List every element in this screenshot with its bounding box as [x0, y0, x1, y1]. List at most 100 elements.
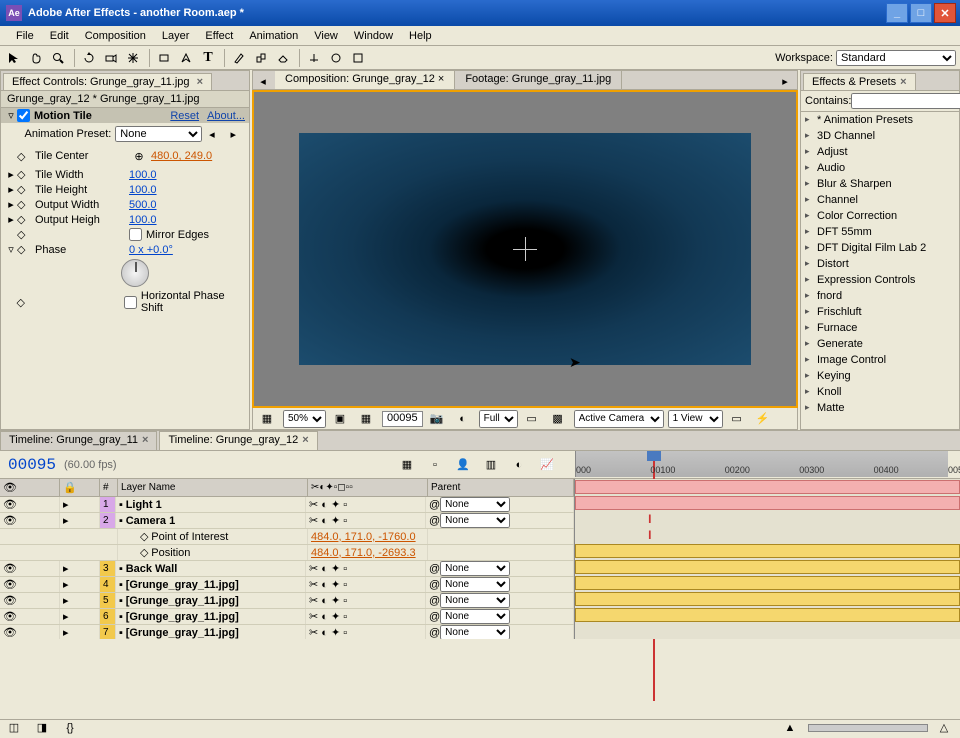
- fast-previews-icon[interactable]: ⚡: [753, 409, 773, 429]
- zoom-in-icon[interactable]: △: [934, 718, 954, 738]
- effect-controls-tab[interactable]: Effect Controls: Grunge_gray_11.jpg ×: [3, 73, 212, 90]
- keyframe-icon[interactable]: I: [648, 528, 651, 542]
- parent-select[interactable]: None: [440, 497, 510, 512]
- effects-category-list[interactable]: * Animation Presets3D ChannelAdjustAudio…: [801, 112, 959, 422]
- property-row[interactable]: ◇ Point of Interest484.0, 171.0, -1760.0: [0, 529, 574, 545]
- switches[interactable]: ✂ ◐ ✦ ▫: [309, 514, 347, 527]
- close-icon[interactable]: ×: [142, 434, 148, 446]
- parent-select[interactable]: None: [440, 513, 510, 528]
- parent-select[interactable]: None: [440, 577, 510, 592]
- effect-category[interactable]: Frischluft: [801, 304, 959, 320]
- layer-row[interactable]: 👁▸3▪ Back Wall✂ ◐ ✦ ▫@ None: [0, 561, 574, 577]
- twisty-icon[interactable]: ▸: [63, 562, 69, 575]
- effect-category[interactable]: Furnace: [801, 320, 959, 336]
- rotate-tool-icon[interactable]: [79, 48, 99, 68]
- safe-zones-icon[interactable]: ▣: [330, 409, 350, 429]
- twisty-icon[interactable]: ▸: [63, 498, 69, 511]
- switches[interactable]: ✂ ◐ ✦ ▫: [309, 578, 347, 591]
- show-channel-icon[interactable]: ◐: [453, 409, 473, 429]
- pen-tool-icon[interactable]: [176, 48, 196, 68]
- stopwatch-icon[interactable]: ◇: [140, 546, 148, 559]
- layer-duration-bar[interactable]: [575, 592, 960, 606]
- close-icon[interactable]: ×: [302, 434, 308, 446]
- eraser-tool-icon[interactable]: [273, 48, 293, 68]
- effect-category[interactable]: 3D Channel: [801, 128, 959, 144]
- effect-category[interactable]: Blur & Sharpen: [801, 176, 959, 192]
- switches[interactable]: ✂ ◐ ✦ ▫: [309, 498, 347, 511]
- selection-tool-icon[interactable]: [4, 48, 24, 68]
- close-button[interactable]: ✕: [934, 3, 956, 23]
- layer-duration-bar[interactable]: [575, 560, 960, 574]
- effect-category[interactable]: DFT Digital Film Lab 2: [801, 240, 959, 256]
- parent-select[interactable]: None: [440, 561, 510, 576]
- preset-next-icon[interactable]: ▸: [224, 124, 243, 144]
- menu-view[interactable]: View: [306, 30, 346, 42]
- axis-local-icon[interactable]: [304, 48, 324, 68]
- effect-category[interactable]: Color Correction: [801, 208, 959, 224]
- minimize-button[interactable]: _: [886, 3, 908, 23]
- grid-icon[interactable]: ▦: [356, 409, 376, 429]
- twisty-icon[interactable]: ▸: [5, 168, 17, 181]
- toggle-modes-icon[interactable]: ◨: [32, 718, 52, 738]
- twisty-icon[interactable]: ▿: [5, 109, 17, 122]
- zoom-out-icon[interactable]: ▲: [780, 718, 800, 738]
- menu-composition[interactable]: Composition: [77, 30, 154, 42]
- pan-behind-tool-icon[interactable]: [123, 48, 143, 68]
- parent-select[interactable]: None: [440, 593, 510, 608]
- twisty-icon[interactable]: ▸: [63, 514, 69, 527]
- layer-duration-bar[interactable]: [575, 608, 960, 622]
- layer-row[interactable]: 👁▸2▪ Camera 1✂ ◐ ✦ ▫@ None: [0, 513, 574, 529]
- tile-height-value[interactable]: 100.0: [129, 184, 157, 196]
- parent-pickwhip-icon[interactable]: @: [429, 611, 440, 623]
- time-ruler[interactable]: 000001000020000300004000050: [575, 451, 948, 477]
- axis-world-icon[interactable]: [326, 48, 346, 68]
- twisty-icon[interactable]: ▸: [63, 610, 69, 623]
- zoom-select[interactable]: 50%: [283, 410, 326, 428]
- panel-menu-right-icon[interactable]: ▸: [775, 71, 795, 91]
- output-width-value[interactable]: 500.0: [129, 199, 157, 211]
- menu-window[interactable]: Window: [346, 30, 401, 42]
- current-timecode[interactable]: 00095: [8, 456, 56, 474]
- workspace-select[interactable]: Standard: [836, 50, 956, 66]
- output-height-value[interactable]: 100.0: [129, 214, 157, 226]
- twisty-icon[interactable]: ▸: [5, 198, 17, 211]
- menu-file[interactable]: File: [8, 30, 42, 42]
- twisty-icon[interactable]: ▸: [63, 626, 69, 639]
- parent-pickwhip-icon[interactable]: @: [429, 627, 440, 639]
- about-link[interactable]: About...: [207, 110, 245, 122]
- toggle-switches-icon[interactable]: ◫: [4, 718, 24, 738]
- parent-pickwhip-icon[interactable]: @: [429, 563, 440, 575]
- fx-enable-checkbox[interactable]: [17, 109, 30, 122]
- effect-category[interactable]: Image Control: [801, 352, 959, 368]
- twisty-icon[interactable]: ▸: [63, 594, 69, 607]
- zoom-slider[interactable]: [808, 724, 928, 732]
- resolution-select[interactable]: Full: [479, 410, 518, 428]
- layer-duration-bar[interactable]: [575, 480, 960, 494]
- effects-search-input[interactable]: [851, 93, 960, 109]
- composition-viewer[interactable]: ➤: [252, 90, 798, 408]
- rect-tool-icon[interactable]: [154, 48, 174, 68]
- eye-icon[interactable]: 👁: [3, 594, 17, 607]
- pixel-aspect-icon[interactable]: ▭: [727, 409, 747, 429]
- eye-icon[interactable]: 👁: [3, 498, 17, 511]
- menu-help[interactable]: Help: [401, 30, 440, 42]
- effect-category[interactable]: Distort: [801, 256, 959, 272]
- comp-flowchart-icon[interactable]: ▦: [396, 454, 418, 476]
- effect-category[interactable]: fnord: [801, 288, 959, 304]
- effect-category[interactable]: Keying: [801, 368, 959, 384]
- layer-row[interactable]: 👁▸1▪ Light 1✂ ◐ ✦ ▫@ None: [0, 497, 574, 513]
- effect-category[interactable]: Audio: [801, 160, 959, 176]
- mirror-edges-checkbox[interactable]: [129, 228, 142, 241]
- menu-effect[interactable]: Effect: [197, 30, 241, 42]
- switches[interactable]: ✂ ◐ ✦ ▫: [309, 562, 347, 575]
- keyframe-icon[interactable]: I: [648, 512, 651, 526]
- effect-category[interactable]: Channel: [801, 192, 959, 208]
- twisty-icon[interactable]: ▸: [5, 183, 17, 196]
- phase-dial[interactable]: [121, 259, 149, 287]
- twisty-icon[interactable]: ▸: [63, 578, 69, 591]
- tile-width-value[interactable]: 100.0: [129, 169, 157, 181]
- stopwatch-icon[interactable]: ◇: [140, 530, 148, 543]
- layer-row[interactable]: 👁▸4▪ [Grunge_gray_11.jpg]✂ ◐ ✦ ▫@ None: [0, 577, 574, 593]
- preset-prev-icon[interactable]: ◂: [202, 124, 221, 144]
- layer-duration-bar[interactable]: [575, 576, 960, 590]
